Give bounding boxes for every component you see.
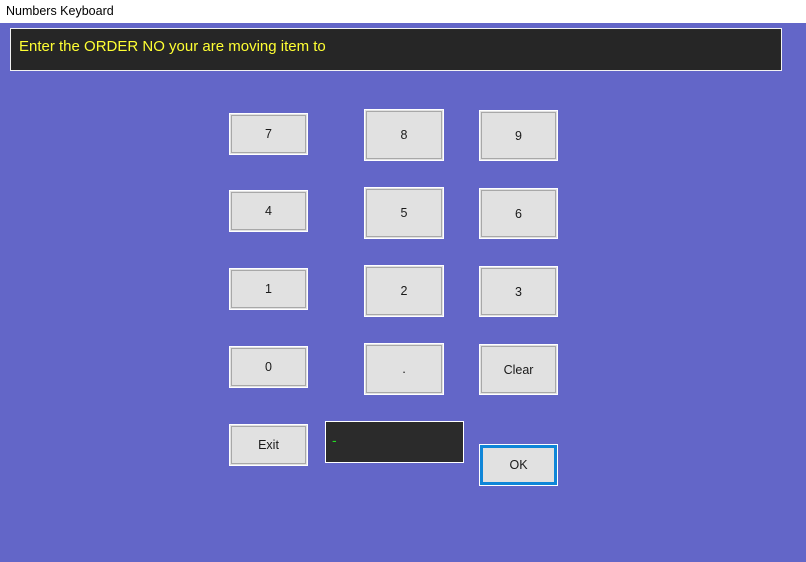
entry-display-value: - [332,432,337,448]
key-8[interactable]: 8 [364,109,444,161]
window-title: Numbers Keyboard [6,4,114,18]
key-2[interactable]: 2 [364,265,444,317]
prompt-banner: Enter the ORDER NO your are moving item … [10,28,782,71]
key-decimal[interactable]: . [364,343,444,395]
key-1[interactable]: 1 [229,268,308,310]
exit-button-label: Exit [258,438,279,452]
key-clear-label: Clear [503,362,534,377]
key-4[interactable]: 4 [229,190,308,232]
numbers-keyboard-window: Numbers Keyboard Enter the ORDER NO your… [0,0,806,562]
prompt-text: Enter the ORDER NO your are moving item … [19,38,326,55]
key-9-label: 9 [515,128,522,143]
key-5[interactable]: 5 [364,187,444,239]
key-6[interactable]: 6 [479,188,558,239]
key-1-label: 1 [265,282,272,296]
key-2-label: 2 [400,284,408,298]
key-9[interactable]: 9 [479,110,558,161]
key-5-label: 5 [400,206,408,220]
key-7-label: 7 [265,127,272,141]
key-4-label: 4 [265,204,272,218]
key-6-label: 6 [515,206,522,221]
key-clear[interactable]: Clear [479,344,558,395]
title-bar: Numbers Keyboard [0,0,806,23]
client-area: Enter the ORDER NO your are moving item … [0,23,806,562]
key-8-label: 8 [400,128,408,142]
key-0[interactable]: 0 [229,346,308,388]
key-decimal-label: . [402,361,406,376]
key-7[interactable]: 7 [229,113,308,155]
key-3[interactable]: 3 [479,266,558,317]
entry-display-field[interactable]: - [325,421,464,463]
exit-button[interactable]: Exit [229,424,308,466]
key-0-label: 0 [265,360,272,374]
key-3-label: 3 [515,284,522,299]
ok-button-label: OK [509,458,528,472]
ok-button[interactable]: OK [479,444,558,486]
